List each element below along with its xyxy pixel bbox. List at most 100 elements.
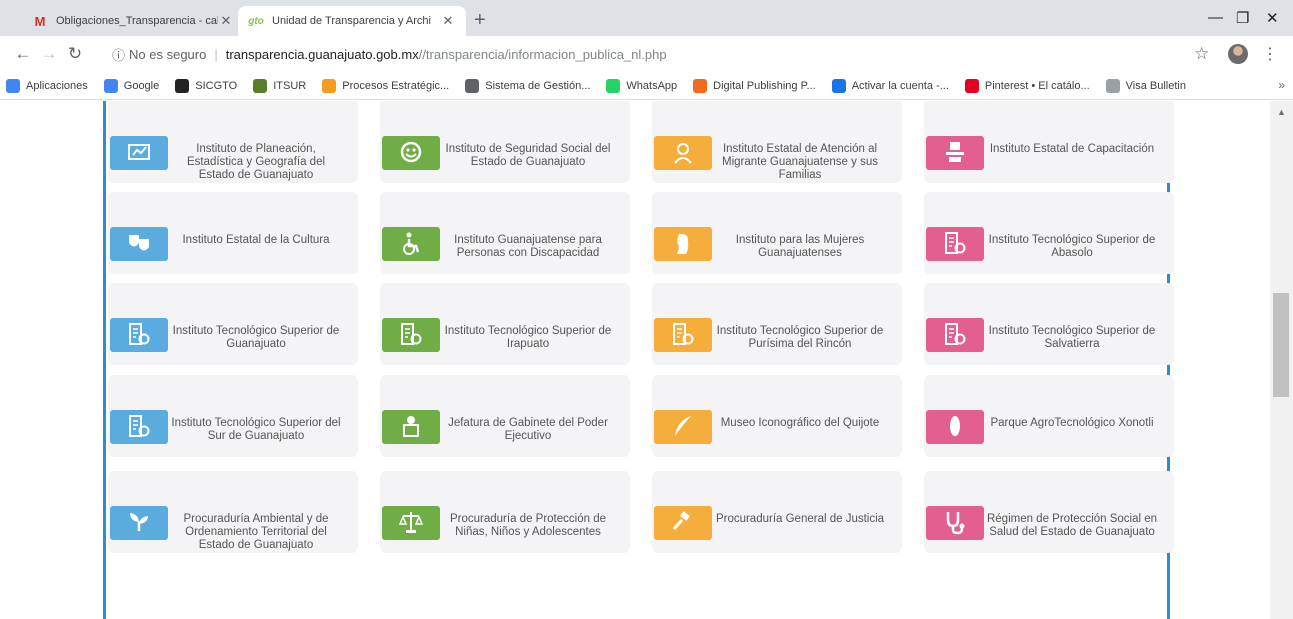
- statistics-icon: [110, 136, 168, 170]
- institution-card[interactable]: Procuraduría de Protección de Niñas, Niñ…: [380, 471, 630, 553]
- institution-name[interactable]: Instituto Tecnológico Superior de Irapua…: [442, 325, 614, 351]
- restore-icon[interactable]: ❐: [1236, 9, 1249, 27]
- menu-kebab-icon[interactable]: ⋮: [1262, 44, 1278, 64]
- forward-arrow-icon[interactable]: →: [36, 44, 62, 64]
- institution-name[interactable]: Instituto Tecnológico Superior de Guanaj…: [170, 325, 342, 351]
- bookmark-item[interactable]: Pinterest • El catálo...: [964, 78, 1090, 93]
- scroll-up-arrow-icon[interactable]: ▲: [1270, 107, 1293, 117]
- bookmark-label: Digital Publishing P...: [713, 79, 816, 92]
- minimize-icon[interactable]: —: [1208, 9, 1223, 26]
- institution-name[interactable]: Instituto Tecnológico Superior de Salvat…: [986, 325, 1158, 351]
- institution-card[interactable]: Régimen de Protección Social en Salud de…: [924, 471, 1174, 553]
- bookmark-item[interactable]: Google: [103, 78, 159, 93]
- institution-card[interactable]: Instituto Tecnológico Superior de Salvat…: [924, 283, 1174, 365]
- tech-institute-icon: [926, 227, 984, 261]
- institution-card[interactable]: Procuraduría Ambiental y de Ordenamiento…: [108, 471, 358, 553]
- back-arrow-icon[interactable]: ←: [10, 44, 36, 64]
- tab-title: Unidad de Transparencia y Archi: [272, 15, 431, 27]
- institution-name[interactable]: Instituto Estatal de la Cultura: [170, 234, 342, 247]
- new-tab-button[interactable]: +: [474, 9, 486, 32]
- seal-icon: [1105, 78, 1120, 93]
- scales-icon: [382, 506, 440, 540]
- bookmarks-more-icon[interactable]: »: [1278, 78, 1285, 92]
- bookmark-item[interactable]: Activar la cuenta -...: [831, 78, 949, 93]
- institution-card[interactable]: Instituto Estatal de Atención al Migrant…: [652, 101, 902, 183]
- institution-card[interactable]: Instituto de Seguridad Social del Estado…: [380, 101, 630, 183]
- bookmark-item[interactable]: SICGTO: [175, 78, 237, 93]
- left-border-line: [103, 101, 106, 619]
- institution-name[interactable]: Instituto Estatal de Capacitación: [986, 143, 1158, 156]
- bookmark-item[interactable]: ITSUR: [253, 78, 307, 93]
- institution-card[interactable]: Instituto para las Mujeres Guanajuatense…: [652, 192, 902, 274]
- social-security-icon: [382, 136, 440, 170]
- institution-card[interactable]: Instituto de Planeación, Estadística y G…: [108, 101, 358, 183]
- institution-card[interactable]: Museo Iconográfico del Quijote: [652, 375, 902, 457]
- bookmark-star-icon[interactable]: ☆: [1194, 44, 1209, 64]
- institution-card[interactable]: Instituto Tecnológico Superior de Irapua…: [380, 283, 630, 365]
- tab-unidad-transparencia[interactable]: gto Unidad de Transparencia y Archi ✕: [238, 6, 466, 36]
- institution-card[interactable]: Instituto Tecnológico Superior de Abasol…: [924, 192, 1174, 274]
- cabinet-icon: [382, 410, 440, 444]
- institution-name[interactable]: Instituto Tecnológico Superior del Sur d…: [170, 417, 342, 443]
- training-icon: [926, 136, 984, 170]
- bookmark-label: ITSUR: [273, 79, 307, 92]
- institution-name[interactable]: Procuraduría General de Justicia: [714, 513, 886, 526]
- bookmarks-bar: Aplicaciones Google SICGTO ITSUR Procesos Es…: [0, 72, 1293, 100]
- address-bar[interactable]: ⓘ No es seguro | transparencia.guanajuat…: [112, 41, 1192, 67]
- bookmark-label: Activar la cuenta -...: [851, 79, 949, 92]
- stethoscope-icon: [926, 506, 984, 540]
- wheelchair-icon: [382, 227, 440, 261]
- institution-name[interactable]: Procuraduría de Protección de Niñas, Niñ…: [442, 513, 614, 539]
- institution-card[interactable]: Instituto Tecnológico Superior de Purísi…: [652, 283, 902, 365]
- institution-card[interactable]: Parque AgroTecnológico Xonotli: [924, 375, 1174, 457]
- institution-card[interactable]: Jefatura de Gabinete del Poder Ejecutivo: [380, 375, 630, 457]
- institution-card[interactable]: Instituto Tecnológico Superior del Sur d…: [108, 375, 358, 457]
- reload-icon[interactable]: ↻: [62, 44, 88, 64]
- tab-title: Obligaciones_Transparencia - cal: [56, 15, 218, 27]
- window-close-icon[interactable]: ✕: [1266, 9, 1279, 27]
- gto-icon: gto: [248, 15, 264, 27]
- globe-icon: [465, 78, 480, 93]
- bookmark-item[interactable]: Visa Bulletin: [1105, 78, 1186, 93]
- tech-institute-icon: [110, 410, 168, 444]
- tech-institute-icon: [382, 318, 440, 352]
- bookmark-label: Procesos Estratégic...: [342, 79, 450, 92]
- close-icon[interactable]: ✕: [440, 13, 456, 29]
- institution-card[interactable]: Instituto Guanajuatense para Personas co…: [380, 192, 630, 274]
- bookmark-item[interactable]: WhatsApp: [606, 78, 677, 93]
- institution-name[interactable]: Instituto para las Mujeres Guanajuatense…: [714, 234, 886, 260]
- itsur-icon: [253, 78, 268, 93]
- institution-card[interactable]: Procuraduría General de Justicia: [652, 471, 902, 553]
- institution-name[interactable]: Instituto Tecnológico Superior de Abasol…: [986, 234, 1158, 260]
- avatar[interactable]: [1228, 44, 1248, 64]
- url-host: transparencia.guanajuato.gob.mx: [225, 46, 419, 62]
- institution-name[interactable]: Jefatura de Gabinete del Poder Ejecutivo: [442, 417, 614, 443]
- whatsapp-icon: [606, 78, 621, 93]
- bookmark-item[interactable]: Aplicaciones: [6, 78, 88, 93]
- institution-name[interactable]: Instituto Estatal de Atención al Migrant…: [714, 143, 886, 181]
- info-icon[interactable]: ⓘ: [112, 45, 125, 64]
- bookmark-item[interactable]: Sistema de Gestión...: [465, 78, 590, 93]
- institution-name[interactable]: Museo Iconográfico del Quijote: [714, 417, 886, 430]
- plant-icon: [110, 506, 168, 540]
- bookmark-label: Visa Bulletin: [1125, 79, 1186, 92]
- institution-name[interactable]: Instituto Guanajuatense para Personas co…: [442, 234, 614, 260]
- institution-card[interactable]: Instituto Estatal de la Cultura: [108, 192, 358, 274]
- tab-obligaciones[interactable]: M Obligaciones_Transparencia - cal ✕: [22, 6, 244, 36]
- institution-card[interactable]: Instituto Tecnológico Superior de Guanaj…: [108, 283, 358, 365]
- institution-name[interactable]: Instituto de Planeación, Estadística y G…: [170, 143, 342, 181]
- bookmark-item[interactable]: Procesos Estratégic...: [322, 78, 450, 93]
- institution-name[interactable]: Parque AgroTecnológico Xonotli: [986, 417, 1158, 430]
- scrollbar-thumb[interactable]: [1273, 293, 1289, 397]
- security-label: No es seguro: [129, 46, 207, 62]
- tech-institute-icon: [926, 318, 984, 352]
- institution-name[interactable]: Procuraduría Ambiental y de Ordenamiento…: [170, 513, 342, 551]
- chat-icon: [831, 78, 846, 93]
- bookmark-item[interactable]: Digital Publishing P...: [693, 78, 816, 93]
- institution-card[interactable]: Instituto Estatal de Capacitación: [924, 101, 1174, 183]
- institution-name[interactable]: Régimen de Protección Social en Salud de…: [986, 513, 1158, 539]
- close-icon[interactable]: ✕: [218, 13, 234, 29]
- institution-name[interactable]: Instituto Tecnológico Superior de Purísi…: [714, 325, 886, 351]
- institution-name[interactable]: Instituto de Seguridad Social del Estado…: [442, 143, 614, 169]
- separator: |: [214, 46, 218, 62]
